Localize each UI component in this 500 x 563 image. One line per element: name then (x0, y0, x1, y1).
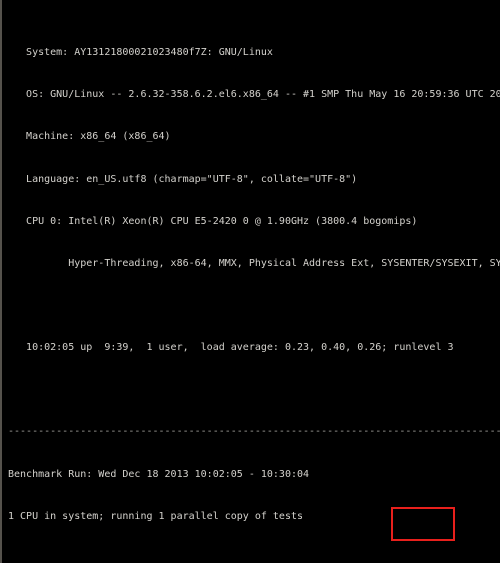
benchmark-run-line: Benchmark Run: Wed Dec 18 2013 10:02:05 … (8, 468, 310, 480)
cpu-copies-line: 1 CPU in system; running 1 parallel copy… (8, 510, 304, 522)
sysinfo-uptime-line: 10:02:05 up 9:39, 1 user, load average: … (8, 342, 454, 354)
sysinfo-system-line: System: AY13121800021023480f7Z: GNU/Linu… (8, 47, 273, 59)
sysinfo-cpu0-flags-line: Hyper-Threading, x86-64, MMX, Physical A… (68, 257, 500, 269)
terminal-screen-text: System: AY13121800021023480f7Z: GNU/Linu… (8, 4, 500, 563)
sysinfo-os-line: OS: GNU/Linux -- 2.6.32-358.6.2.el6.x86_… (8, 89, 500, 101)
sysinfo-machine-line: Machine: x86_64 (x86_64) (8, 131, 171, 143)
sysinfo-cpu0-line: CPU 0: Intel(R) Xeon(R) CPU E5-2420 0 @ … (8, 215, 418, 227)
section-separator: ----------------------------------------… (8, 426, 500, 438)
terminal-window[interactable]: System: AY13121800021023480f7Z: GNU/Linu… (0, 0, 500, 563)
sysinfo-language-line: Language: en_US.utf8 (charmap="UTF-8", c… (8, 173, 358, 185)
